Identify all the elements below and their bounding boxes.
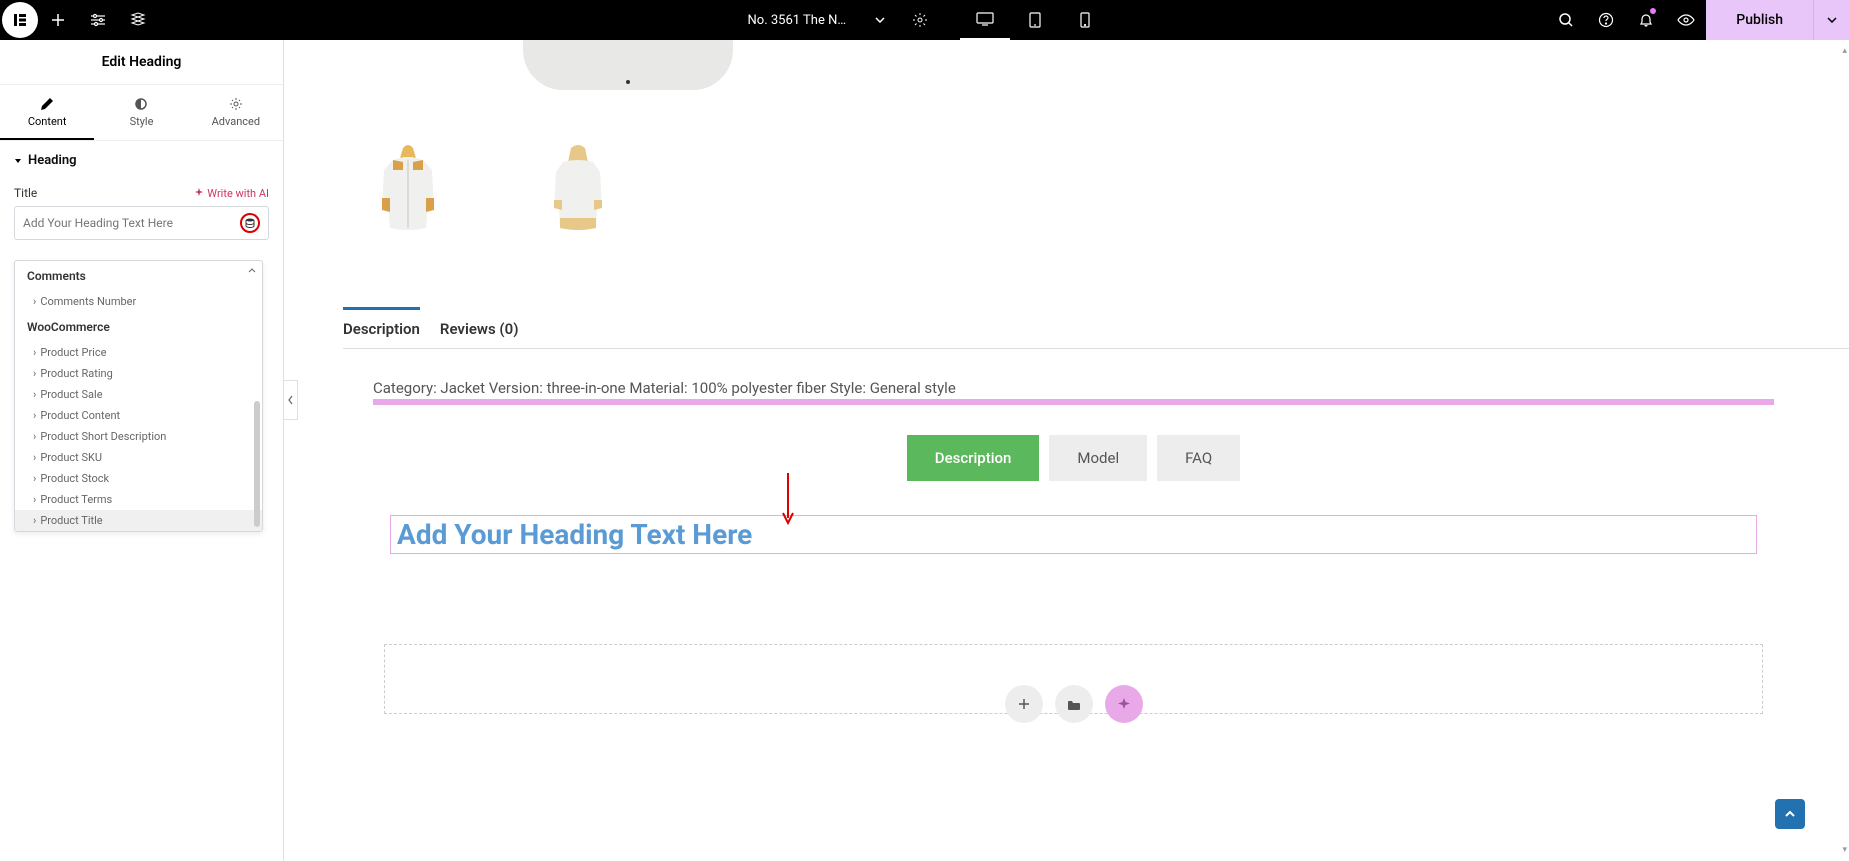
caret-down-icon [14, 157, 22, 165]
topbar-center: No. 3561 The No… [740, 0, 1110, 40]
title-input-wrap [14, 206, 269, 240]
dynamic-tags-dropdown: Comments ›Comments Number WooCommerce ›P… [14, 260, 263, 532]
elementor-logo[interactable] [2, 2, 38, 38]
inner-tab-description[interactable]: Description [907, 435, 1040, 481]
publish-options[interactable] [1813, 0, 1849, 40]
dd-group-comments: Comments [15, 261, 262, 291]
product-tabs: Description Reviews (0) [343, 310, 1849, 349]
dd-product-sale[interactable]: ›Product Sale [15, 384, 262, 405]
dd-product-title[interactable]: ›Product Title [15, 510, 262, 531]
publish-button[interactable]: Publish [1706, 0, 1813, 40]
database-icon [245, 218, 255, 228]
structure-button[interactable] [118, 0, 158, 40]
tab-style[interactable]: Style [94, 85, 188, 140]
thumb-1[interactable] [358, 130, 458, 250]
style-icon [94, 97, 188, 111]
highlight-bar [373, 399, 1774, 405]
page-settings-button[interactable] [900, 0, 940, 40]
notifications-button[interactable] [1626, 0, 1666, 40]
tab-content[interactable]: Content [0, 85, 94, 140]
tab-advanced[interactable]: Advanced [189, 85, 283, 140]
gear-icon [189, 97, 283, 111]
dd-product-sku[interactable]: ›Product SKU [15, 447, 262, 468]
scroll-to-top[interactable] [1775, 799, 1805, 829]
scroll-up-indicator[interactable]: ▴ [1842, 46, 1847, 56]
dd-product-price[interactable]: ›Product Price [15, 342, 262, 363]
dd-product-content[interactable]: ›Product Content [15, 405, 262, 426]
product-description-text: Category: Jacket Version: three-in-one M… [373, 379, 1849, 397]
editor-canvas: ▴ [298, 40, 1849, 861]
panel-tabs: Content Style Advanced [0, 85, 283, 141]
topbar: No. 3561 The No… Publish [0, 0, 1849, 40]
document-title[interactable]: No. 3561 The No… [740, 13, 860, 28]
title-label: Title [14, 186, 37, 200]
notification-dot [1650, 8, 1656, 14]
inner-tab-model[interactable]: Model [1049, 435, 1147, 481]
pencil-icon [0, 97, 94, 111]
write-with-ai[interactable]: Write with AI [194, 187, 269, 200]
tab-reviews[interactable]: Reviews (0) [440, 310, 519, 348]
inner-tab-faq[interactable]: FAQ [1157, 435, 1240, 481]
heading-widget[interactable]: Add Your Heading Text Here [390, 515, 1757, 554]
dd-group-woo: WooCommerce [15, 312, 262, 342]
heading-text: Add Your Heading Text Here [397, 518, 1750, 551]
topbar-right: Publish [1546, 0, 1849, 40]
editor-sidebar: Edit Heading Content Style Advanced Head… [0, 40, 284, 861]
add-widget-button[interactable] [1005, 685, 1043, 723]
dd-product-terms[interactable]: ›Product Terms [15, 489, 262, 510]
tab-description[interactable]: Description [343, 307, 420, 348]
dd-product-short-desc[interactable]: ›Product Short Description [15, 426, 262, 447]
device-desktop[interactable] [960, 0, 1010, 40]
product-thumbnails [358, 130, 1849, 250]
topbar-left [0, 0, 158, 40]
device-tablet[interactable] [1010, 0, 1060, 40]
empty-section[interactable] [384, 644, 1763, 714]
dd-product-stock[interactable]: ›Product Stock [15, 468, 262, 489]
panel-title: Edit Heading [0, 40, 283, 85]
dd-product-rating[interactable]: ›Product Rating [15, 363, 262, 384]
device-mobile[interactable] [1060, 0, 1110, 40]
add-element-button[interactable] [38, 0, 78, 40]
preview-button[interactable] [1666, 0, 1706, 40]
title-input[interactable] [23, 216, 240, 230]
search-button[interactable] [1546, 0, 1586, 40]
help-button[interactable] [1586, 0, 1626, 40]
section-heading[interactable]: Heading [0, 141, 283, 180]
site-settings-button[interactable] [78, 0, 118, 40]
scroll-down-indicator[interactable]: ▾ [1842, 845, 1847, 855]
inner-tabs: Description Model FAQ [298, 435, 1849, 481]
sidebar-collapse[interactable] [284, 380, 298, 420]
sparkle-icon [194, 188, 204, 198]
product-main-image [518, 40, 738, 100]
dynamic-tags-button[interactable] [240, 213, 260, 233]
title-field-row: Title Write with AI [14, 180, 269, 206]
doc-dropdown[interactable] [860, 0, 900, 40]
template-button[interactable] [1055, 685, 1093, 723]
dropdown-collapse[interactable] [248, 265, 256, 276]
section-body: Title Write with AI [0, 180, 283, 240]
dropdown-scrollbar[interactable] [254, 401, 260, 527]
thumb-2[interactable] [528, 130, 628, 250]
ai-button[interactable] [1105, 685, 1143, 723]
dd-comments-number[interactable]: ›Comments Number [15, 291, 262, 312]
annotation-arrow [778, 468, 798, 532]
